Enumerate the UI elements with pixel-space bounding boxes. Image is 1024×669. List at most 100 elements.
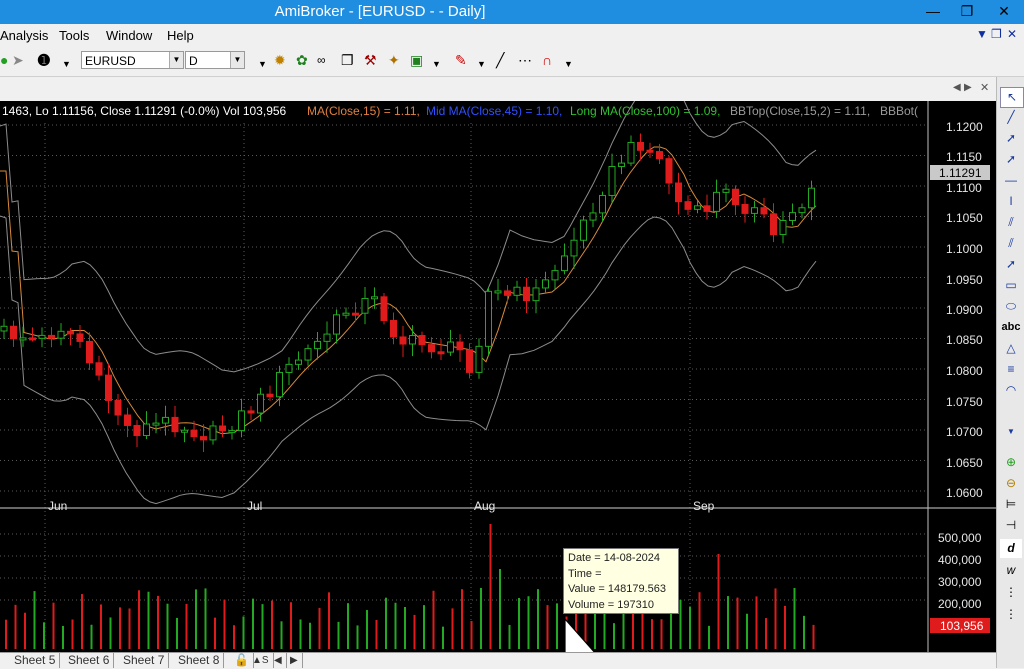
- restore-button[interactable]: ❐: [950, 0, 984, 22]
- line-icon[interactable]: ╱: [496, 52, 504, 68]
- candle-body: [599, 194, 606, 214]
- monthly-interval-button[interactable]: ⋮: [1000, 583, 1022, 602]
- candle-body: [276, 371, 283, 398]
- trendline-icon[interactable]: ╱: [1000, 108, 1022, 127]
- dropdown-icon[interactable]: ▼: [258, 56, 267, 72]
- rectangle-icon[interactable]: ▭: [1000, 276, 1022, 295]
- candle-body: [523, 286, 530, 302]
- zoom-out-icon[interactable]: ⊖: [1000, 474, 1022, 493]
- candle-body: [57, 330, 65, 339]
- dropdown-icon[interactable]: ▼: [1000, 422, 1022, 441]
- fork-icon[interactable]: ⊨: [1000, 495, 1022, 514]
- sheet-tab[interactable]: Sheet 8: [174, 653, 225, 668]
- candle-body: [361, 297, 369, 314]
- dotted-line-icon[interactable]: ⋯: [518, 52, 532, 68]
- scroll-right-icon[interactable]: ▶: [964, 82, 972, 93]
- sheet-tab[interactable]: Sheet 7: [119, 653, 170, 668]
- candle-body: [247, 410, 255, 414]
- horizontal-line-icon[interactable]: —: [1000, 171, 1022, 190]
- sheet-tab[interactable]: Sheet 5: [10, 653, 61, 668]
- menu-analysis[interactable]: Analysis: [0, 28, 48, 43]
- triangle-icon[interactable]: △: [1000, 339, 1022, 358]
- scroll-left-icon[interactable]: ◀: [953, 82, 961, 93]
- candle-body: [352, 312, 359, 316]
- wand-icon[interactable]: ✦: [388, 52, 400, 68]
- flower-icon[interactable]: ✿: [296, 52, 308, 68]
- mdi-restore-icon[interactable]: ❐: [991, 27, 1002, 41]
- candle-body: [741, 204, 749, 214]
- sun-icon[interactable]: ✹: [274, 52, 286, 68]
- candle-body: [703, 205, 711, 212]
- text-tool-icon[interactable]: abc: [1000, 318, 1022, 337]
- volume-tick: 200,000: [938, 597, 982, 611]
- chevron-down-icon[interactable]: ▼: [230, 52, 244, 68]
- price-tick: 1.1150: [946, 150, 982, 164]
- dropdown-icon[interactable]: ▼: [432, 56, 441, 72]
- legend-bbbot: BBBot(: [880, 104, 918, 118]
- chart-area[interactable]: 1463, Lo 1.11156, Close 1.11291 (-0.0%) …: [0, 101, 996, 652]
- candle-body: [342, 312, 350, 316]
- mdi-close-icon[interactable]: ✕: [1007, 27, 1017, 41]
- info-icon[interactable]: ➊: [38, 52, 50, 68]
- menu-help[interactable]: Help: [167, 28, 194, 43]
- channel-icon[interactable]: ⫽: [1000, 234, 1022, 253]
- arrow-cursor-icon[interactable]: ↖: [1000, 87, 1024, 108]
- candle-body: [675, 182, 682, 203]
- data-tooltip: Date = 14-08-2024 Time = Value = 148179.…: [563, 548, 679, 614]
- bb-top-line: [0, 101, 817, 373]
- pages-icon[interactable]: ❐: [341, 52, 354, 68]
- vertical-line-icon[interactable]: ǀ: [1000, 192, 1022, 211]
- candle-body: [798, 207, 806, 214]
- price-tick: 1.0600: [946, 486, 983, 500]
- magnet-icon[interactable]: ∩: [542, 52, 552, 68]
- candle-body: [789, 212, 796, 221]
- legend-prefix: 1463, Lo 1.11156, Close 1.11291 (-0.0%) …: [2, 104, 287, 118]
- ray-icon[interactable]: ➚: [1000, 129, 1022, 148]
- back-icon[interactable]: ●: [0, 52, 8, 68]
- month-label: Sep: [693, 499, 715, 513]
- tools-icon[interactable]: ⚒: [364, 52, 377, 68]
- bollinger-bands: [0, 101, 817, 505]
- volume-tick: 500,000: [938, 531, 982, 545]
- symbol-combobox[interactable]: EURUSD ▼: [81, 51, 184, 69]
- candle-body: [314, 340, 321, 350]
- fibonacci-icon[interactable]: ≡: [1000, 360, 1022, 379]
- export-icon[interactable]: ▣: [410, 52, 423, 68]
- close-button[interactable]: ✕: [984, 0, 1024, 22]
- chevron-down-icon[interactable]: ▼: [169, 52, 183, 68]
- menu-tools[interactable]: Tools: [59, 28, 89, 43]
- mdi-minimize-icon[interactable]: ▼: [976, 27, 988, 41]
- scroll-left-icon[interactable]: ◀: [270, 653, 287, 668]
- forward-icon[interactable]: ➤: [12, 52, 24, 68]
- ellipse-icon[interactable]: ⬭: [1000, 297, 1022, 316]
- zoom-in-icon[interactable]: ⊕: [1000, 453, 1022, 472]
- dropdown-icon[interactable]: ▼: [477, 56, 486, 72]
- interval-combobox[interactable]: D ▼: [185, 51, 245, 69]
- scroll-right-icon[interactable]: ▶: [286, 653, 303, 668]
- sheet-tab[interactable]: Sheet 6: [64, 653, 115, 668]
- extended-line-icon[interactable]: ➚: [1000, 150, 1022, 169]
- grid: [0, 123, 928, 649]
- price-chart[interactable]: 1463, Lo 1.11156, Close 1.11291 (-0.0%) …: [0, 101, 996, 652]
- close-icon[interactable]: ✕: [980, 81, 989, 94]
- candle-body: [390, 319, 397, 338]
- candle-body: [133, 424, 141, 437]
- dropdown-icon[interactable]: ▼: [564, 56, 573, 72]
- dropdown-icon[interactable]: ▼: [62, 56, 71, 72]
- daily-interval-button[interactable]: d: [1000, 539, 1022, 558]
- pen-icon[interactable]: ✎: [455, 52, 467, 68]
- weekly-interval-button[interactable]: w: [1000, 561, 1022, 580]
- glasses-icon[interactable]: ∞: [317, 52, 326, 68]
- fan-icon[interactable]: ➚: [1000, 255, 1022, 274]
- candle-body: [190, 429, 198, 438]
- parallel-lines-icon[interactable]: ⫽: [1000, 213, 1022, 232]
- legend-ma45: Mid MA(Close,45) = 1.10,: [426, 104, 562, 118]
- arc-icon[interactable]: ◠: [1000, 381, 1022, 400]
- more-button[interactable]: ⋮: [1000, 605, 1022, 624]
- price-tick: 1.0650: [946, 456, 983, 470]
- menu-window[interactable]: Window: [106, 28, 152, 43]
- candle-body: [732, 188, 739, 206]
- tall-icon[interactable]: ⊣: [1000, 516, 1022, 535]
- minimize-button[interactable]: —: [916, 0, 950, 22]
- candle-body: [808, 187, 815, 209]
